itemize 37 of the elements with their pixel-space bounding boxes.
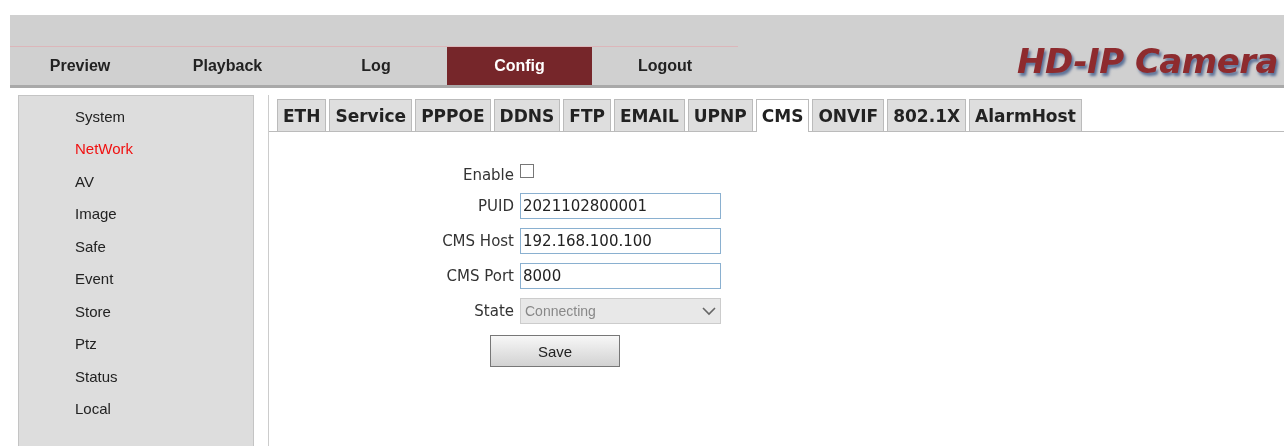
nav-tab[interactable]: Log [305, 47, 447, 85]
tab[interactable]: AlarmHost [969, 99, 1082, 131]
tab[interactable]: ETH [277, 99, 327, 131]
sidebar-item[interactable]: Safe [19, 230, 253, 263]
tab[interactable]: EMAIL [613, 99, 685, 131]
input-field[interactable]: 192.168.100.100 [520, 228, 721, 254]
tab[interactable]: CMS [755, 99, 810, 132]
checkbox[interactable] [520, 164, 534, 178]
nav-tab[interactable]: Config [447, 47, 592, 85]
tab[interactable]: ONVIF [812, 99, 885, 131]
tab[interactable]: DDNS [493, 99, 561, 131]
sidebar-item[interactable]: System [19, 100, 253, 133]
chevron-icon [702, 306, 716, 316]
tab[interactable]: 802.1X [887, 99, 967, 131]
input-field[interactable]: 8000 [520, 263, 721, 289]
sidebar-item[interactable]: AV [19, 165, 253, 198]
field-label: CMS Port [445, 267, 514, 285]
sidebar-item[interactable]: Status [19, 360, 253, 393]
tab[interactable]: Service [329, 99, 413, 131]
save-button[interactable]: Save [490, 335, 620, 367]
sidebar-item[interactable]: Local [19, 392, 253, 425]
nav-tab[interactable]: Playback [150, 47, 305, 85]
logo: HD-IP Camera [1017, 41, 1279, 83]
sidebar-item[interactable]: Store [19, 295, 253, 328]
nav-tab[interactable]: Logout [592, 47, 738, 85]
tab[interactable]: PPPOE [415, 99, 491, 131]
field-label: State [473, 302, 514, 320]
tab[interactable]: FTP [563, 99, 611, 131]
field-label: CMS Host [441, 232, 514, 250]
tab[interactable]: UPNP [687, 99, 753, 131]
field-label: Enable [461, 166, 514, 184]
sidebar-item[interactable]: Event [19, 262, 253, 295]
field-label: PUID [477, 197, 514, 215]
sidebar-item[interactable]: Ptz [19, 327, 253, 360]
nav-tab[interactable]: Preview [10, 47, 150, 85]
input-field[interactable]: 2021102800001 [520, 193, 721, 219]
sidebar-item[interactable]: Image [19, 197, 253, 230]
